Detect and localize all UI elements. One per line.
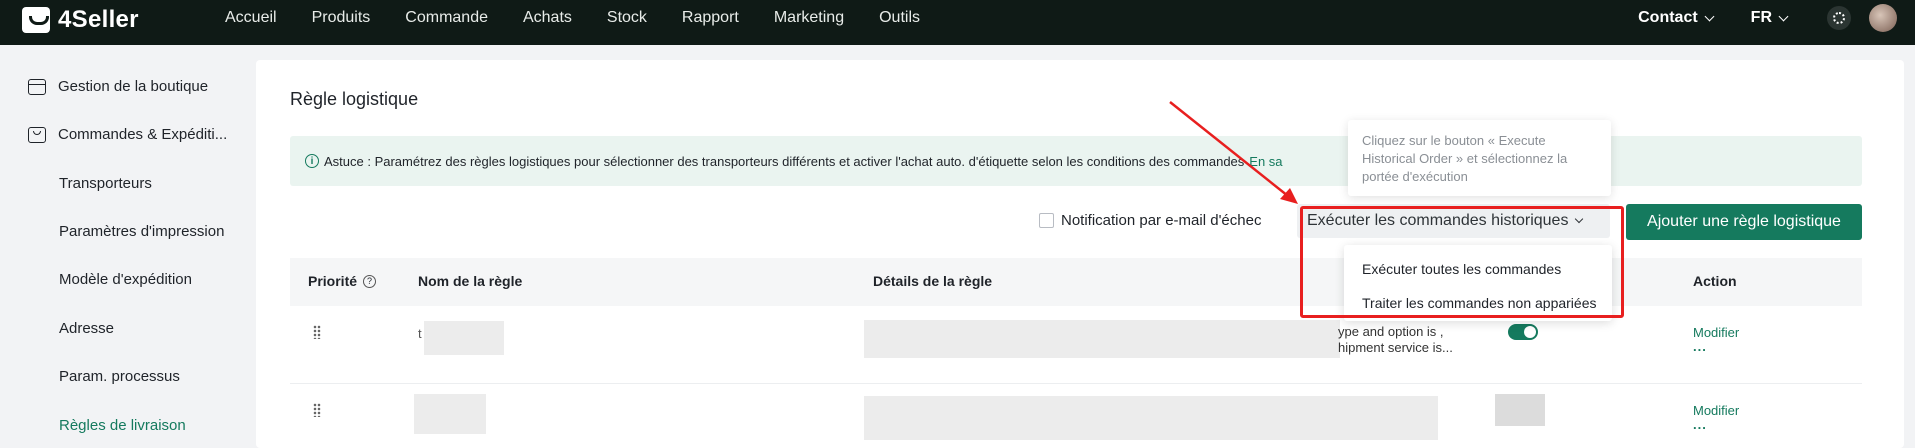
sidebar bbox=[0, 45, 252, 448]
nav-produits[interactable]: Produits bbox=[312, 9, 371, 27]
nav-right-group: Contact FR bbox=[1638, 0, 1915, 36]
rule-name-text: t bbox=[418, 326, 422, 341]
nav-stock[interactable]: Stock bbox=[607, 9, 647, 27]
column-label: Détails de la règle bbox=[873, 273, 993, 289]
menu-item-process-unmatched[interactable]: Traiter les commandes non appariées bbox=[1362, 295, 1597, 311]
sidebar-item-address[interactable]: Adresse bbox=[59, 320, 114, 337]
tip-learn-more-link[interactable]: En sa bbox=[1249, 154, 1282, 169]
logo[interactable]: 4Seller bbox=[22, 6, 139, 34]
nav-achats[interactable]: Achats bbox=[523, 9, 572, 27]
chevron-down-icon bbox=[1575, 214, 1584, 224]
redacted-rule-details bbox=[864, 320, 1340, 358]
edit-rule-link[interactable]: Modifier bbox=[1693, 403, 1739, 418]
more-actions-button[interactable]: ... bbox=[1693, 339, 1707, 354]
user-avatar[interactable] bbox=[1869, 4, 1897, 32]
column-action: Action bbox=[1693, 273, 1737, 289]
logo-bag-icon bbox=[22, 7, 50, 33]
sidebar-item-process-settings[interactable]: Param. processus bbox=[59, 368, 180, 385]
edit-rule-link[interactable]: Modifier bbox=[1693, 325, 1739, 340]
column-label: Nom de la règle bbox=[418, 273, 523, 289]
rule-details-line1: ype and option is , bbox=[1338, 324, 1444, 339]
sidebar-item-delivery-rules[interactable]: Règles de livraison bbox=[59, 417, 186, 434]
email-notification-checkbox[interactable] bbox=[1039, 213, 1054, 228]
redacted-rule-details bbox=[864, 396, 1438, 440]
sidebar-group-label: Gestion de la boutique bbox=[58, 78, 209, 95]
execute-historical-orders-button[interactable]: Exécuter les commandes historiques bbox=[1297, 204, 1610, 238]
email-notification-label: Notification par e-mail d'échec bbox=[1061, 212, 1262, 229]
sidebar-item-print-settings[interactable]: Paramètres d'impression bbox=[59, 223, 224, 240]
redacted-rule-name bbox=[424, 321, 504, 355]
more-actions-button[interactable]: ... bbox=[1693, 417, 1707, 432]
column-label: Action bbox=[1693, 273, 1737, 289]
nav-marketing[interactable]: Marketing bbox=[774, 9, 844, 27]
column-rule-details: Détails de la règle bbox=[873, 273, 992, 289]
execute-historical-orders-label: Exécuter les commandes historiques bbox=[1307, 212, 1569, 229]
menu-item-execute-all[interactable]: Exécuter toutes les commandes bbox=[1362, 261, 1561, 277]
add-logistics-rule-button[interactable]: Ajouter une règle logistique bbox=[1626, 204, 1862, 240]
table-row: Modifier ... bbox=[290, 384, 1862, 448]
nav-accueil[interactable]: Accueil bbox=[225, 9, 277, 27]
execute-tooltip: Cliquez sur le bouton « Execute Historic… bbox=[1348, 120, 1611, 196]
nav-rapport[interactable]: Rapport bbox=[682, 9, 739, 27]
contact-label: Contact bbox=[1638, 9, 1698, 26]
execute-dropdown-menu: Exécuter toutes les commandes Traiter le… bbox=[1344, 245, 1612, 321]
nav-outils[interactable]: Outils bbox=[879, 9, 920, 27]
language-label: FR bbox=[1750, 9, 1772, 26]
table-header: Priorité ? Nom de la règle Détails de la… bbox=[290, 258, 1862, 306]
rule-enabled-toggle[interactable] bbox=[1508, 324, 1538, 340]
top-navigation-bar: 4Seller Accueil Produits Commande Achats… bbox=[0, 0, 1915, 45]
rule-details-line2: hipment service is... bbox=[1338, 340, 1453, 355]
tip-text: Astuce : Paramétrez des règles logistiqu… bbox=[324, 153, 1245, 169]
logo-text: 4Seller bbox=[58, 6, 139, 33]
sidebar-group-shop[interactable]: Gestion de la boutique bbox=[28, 78, 208, 95]
contact-dropdown[interactable]: Contact bbox=[1638, 9, 1715, 27]
sidebar-group-label: Commandes & Expéditi... bbox=[58, 126, 228, 143]
drag-handle-icon[interactable] bbox=[313, 325, 321, 339]
table-row: t ype and option is , hipment service is… bbox=[290, 306, 1862, 384]
bag-icon bbox=[28, 126, 46, 143]
tip-banner: i Astuce : Paramétrez des règles logisti… bbox=[290, 136, 1862, 186]
redacted-rule-name bbox=[414, 394, 486, 434]
sidebar-item-shipping-template[interactable]: Modèle d'expédition bbox=[59, 271, 192, 288]
column-priority: Priorité ? bbox=[308, 273, 377, 289]
sidebar-group-orders[interactable]: Commandes & Expéditi... bbox=[28, 126, 227, 143]
redacted-status bbox=[1495, 394, 1545, 426]
main-nav: Accueil Produits Commande Achats Stock R… bbox=[225, 0, 955, 36]
column-label: Priorité bbox=[308, 273, 358, 289]
chevron-down-icon bbox=[1704, 11, 1715, 21]
nav-commande[interactable]: Commande bbox=[405, 9, 488, 27]
page-title: Règle logistique bbox=[290, 89, 419, 109]
settings-gear-icon[interactable] bbox=[1827, 6, 1851, 30]
column-rule-name: Nom de la règle bbox=[418, 273, 522, 289]
drag-handle-icon[interactable] bbox=[313, 403, 321, 417]
sidebar-item-transporteurs[interactable]: Transporteurs bbox=[59, 175, 152, 192]
email-notification-option[interactable]: Notification par e-mail d'échec bbox=[1039, 212, 1261, 229]
info-icon: i bbox=[305, 154, 319, 168]
chevron-down-icon bbox=[1778, 11, 1789, 21]
shop-icon bbox=[28, 78, 46, 95]
question-help-icon[interactable]: ? bbox=[363, 274, 377, 288]
language-dropdown[interactable]: FR bbox=[1750, 9, 1789, 27]
